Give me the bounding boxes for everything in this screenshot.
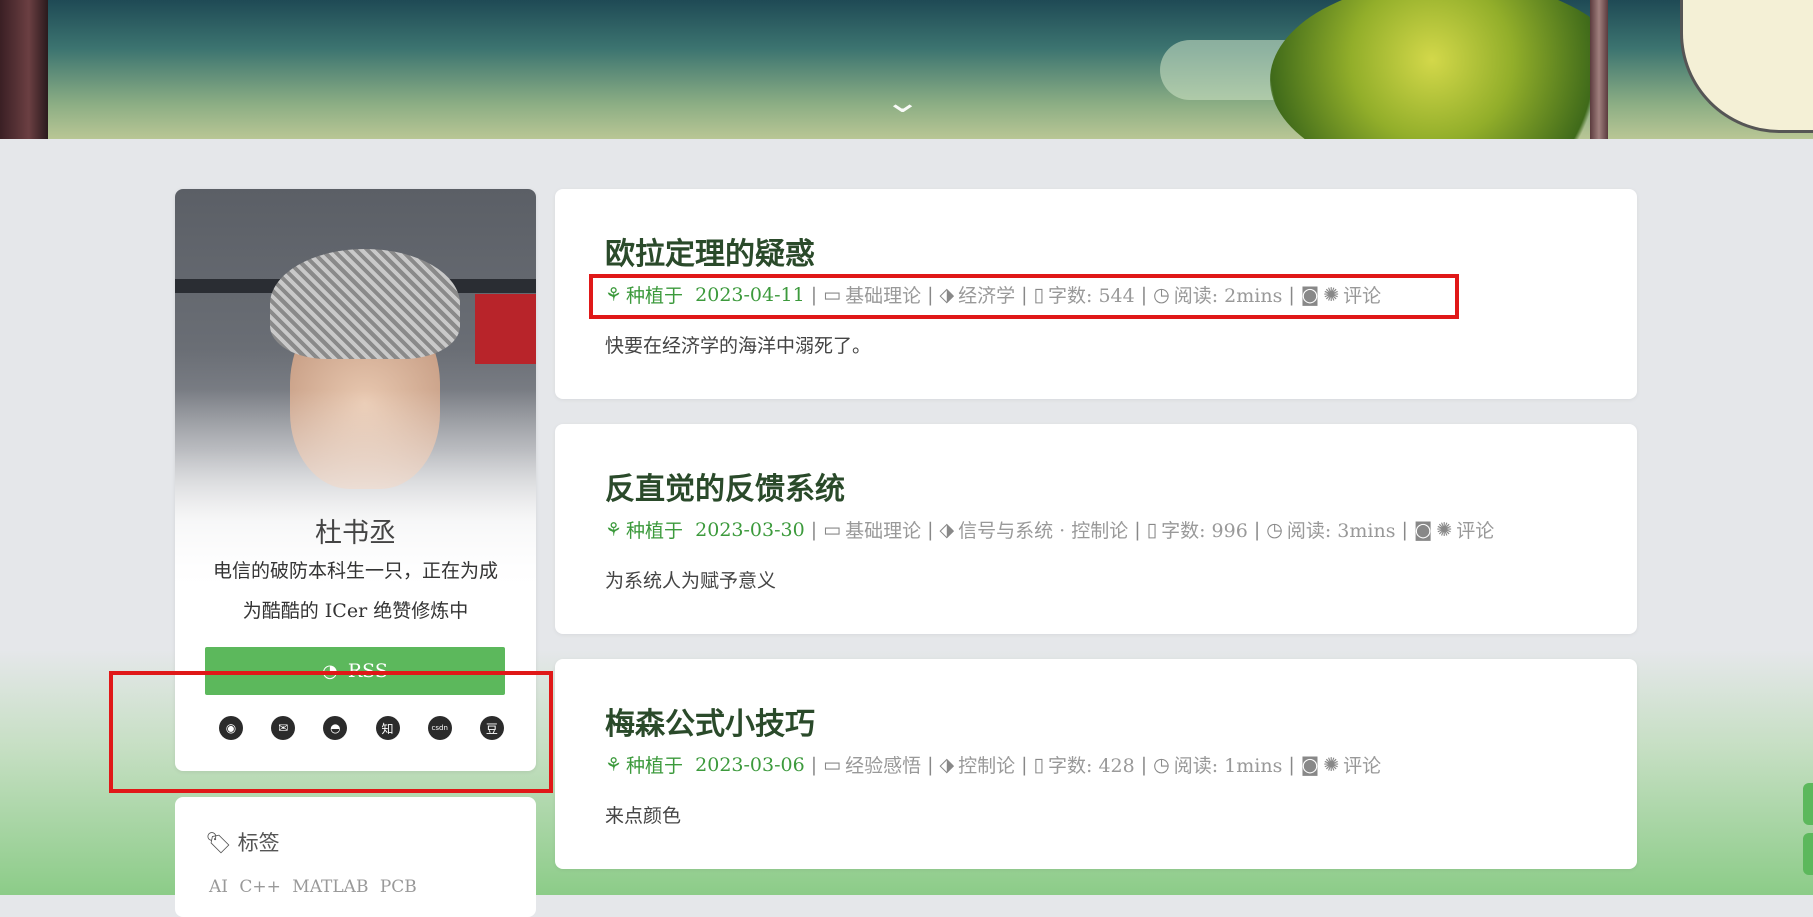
meta-divider: |: [810, 518, 818, 541]
tag-list[interactable]: AI C++ MATLAB PCB: [209, 877, 417, 897]
post-readtime: 阅读: 3mins: [1286, 520, 1396, 542]
word-doc-icon: ▯: [1033, 753, 1044, 776]
side-float-button[interactable]: [1803, 833, 1813, 875]
loading-spinner-icon: ✺: [1323, 753, 1340, 776]
comments-icon: ◙: [1413, 518, 1433, 541]
meta-divider: |: [1140, 753, 1148, 776]
banner-lamp: [1680, 0, 1813, 133]
clock-icon: ◷: [1153, 753, 1170, 776]
meta-divider: |: [1288, 753, 1295, 776]
profile-desc-line2: 为酷酷的 ICer 绝赞修炼中: [242, 600, 469, 622]
post-comments[interactable]: 评论: [1343, 751, 1381, 778]
sprout-icon: ⚘: [605, 518, 623, 541]
scroll-down-chevron-icon[interactable]: ⌄: [884, 88, 922, 118]
profile-name: 杜书丞: [315, 518, 396, 549]
post-wordcount: 字数: 428: [1048, 755, 1135, 777]
meta-divider: |: [810, 753, 818, 776]
post-title[interactable]: 梅森公式小技巧: [605, 699, 815, 743]
meta-divider: |: [1134, 518, 1141, 541]
comments-icon: ◙: [1300, 753, 1320, 776]
post-wordcount: 字数: 996: [1161, 520, 1248, 542]
post-comments[interactable]: 评论: [1456, 516, 1494, 543]
post-date: 2023-03-30: [695, 518, 805, 541]
post-card[interactable]: 梅森公式小技巧 ⚘ 种植于 2023-03-06 | ▭ 经验感悟 | ⬗ 控制…: [555, 659, 1637, 869]
banner-frame-left: [0, 0, 48, 139]
tag-icon: ⬗: [939, 753, 955, 776]
clock-icon: ◷: [1266, 518, 1283, 541]
post-excerpt: 快要在经济学的海洋中溺死了。: [605, 335, 872, 357]
post-date: 2023-03-06: [695, 753, 805, 776]
meta-divider: |: [1253, 518, 1261, 541]
inbox-icon: ▭: [823, 753, 842, 776]
meta-divider: |: [927, 753, 934, 776]
post-category[interactable]: 经验感悟: [845, 751, 921, 778]
post-readtime: 阅读: 1mins: [1173, 755, 1283, 777]
tags-card: 🏷 标签 AI C++ MATLAB PCB: [175, 797, 536, 917]
post-card[interactable]: 反直觉的反馈系统 ⚘ 种植于 2023-03-30 | ▭ 基础理论 | ⬗ 信…: [555, 424, 1637, 634]
word-doc-icon: ▯: [1146, 518, 1158, 541]
header-banner: ⌄: [0, 0, 1813, 139]
highlight-box-post-meta: [589, 274, 1459, 319]
post-title[interactable]: 反直觉的反馈系统: [605, 464, 845, 508]
tags-icon: 🏷: [205, 831, 232, 855]
meta-divider: |: [1401, 518, 1408, 541]
loading-spinner-icon: ✺: [1436, 518, 1453, 541]
post-meta: ⚘ 种植于 2023-03-06 | ▭ 经验感悟 | ⬗ 控制论 | ▯ 字数…: [605, 751, 1381, 778]
photo-flag: [475, 294, 536, 364]
inbox-icon: ▭: [823, 518, 842, 541]
post-meta: ⚘ 种植于 2023-03-30 | ▭ 基础理论 | ⬗ 信号与系统 · 控制…: [605, 516, 1494, 543]
post-category[interactable]: 基础理论: [845, 516, 921, 543]
side-float-button[interactable]: [1803, 783, 1813, 825]
sprout-icon: ⚘: [605, 753, 623, 776]
profile-desc-line1: 电信的破防本科生一只，正在为成: [212, 560, 498, 582]
planted-label: 种植于: [626, 520, 684, 542]
post-tags[interactable]: 控制论: [958, 751, 1015, 778]
profile-description: 电信的破防本科生一只，正在为成 为酷酷的 ICer 绝赞修炼中: [203, 551, 508, 631]
post-excerpt: 来点颜色: [605, 805, 682, 827]
tags-heading: 🏷 标签: [205, 827, 280, 857]
highlight-box-social-links: [109, 671, 553, 793]
post-title[interactable]: 欧拉定理的疑惑: [605, 229, 815, 273]
post-tags[interactable]: 信号与系统 · 控制论: [958, 516, 1128, 543]
tags-heading-label: 标签: [237, 831, 280, 855]
banner-tree: [1270, 0, 1630, 139]
tag-icon: ⬗: [939, 518, 955, 541]
banner-frame-right: [1590, 0, 1608, 139]
post-excerpt: 为系统人为赋予意义: [605, 570, 777, 592]
photo-cap: [270, 249, 460, 359]
meta-divider: |: [927, 518, 934, 541]
planted-label: 种植于: [626, 755, 684, 777]
meta-divider: |: [1021, 753, 1028, 776]
